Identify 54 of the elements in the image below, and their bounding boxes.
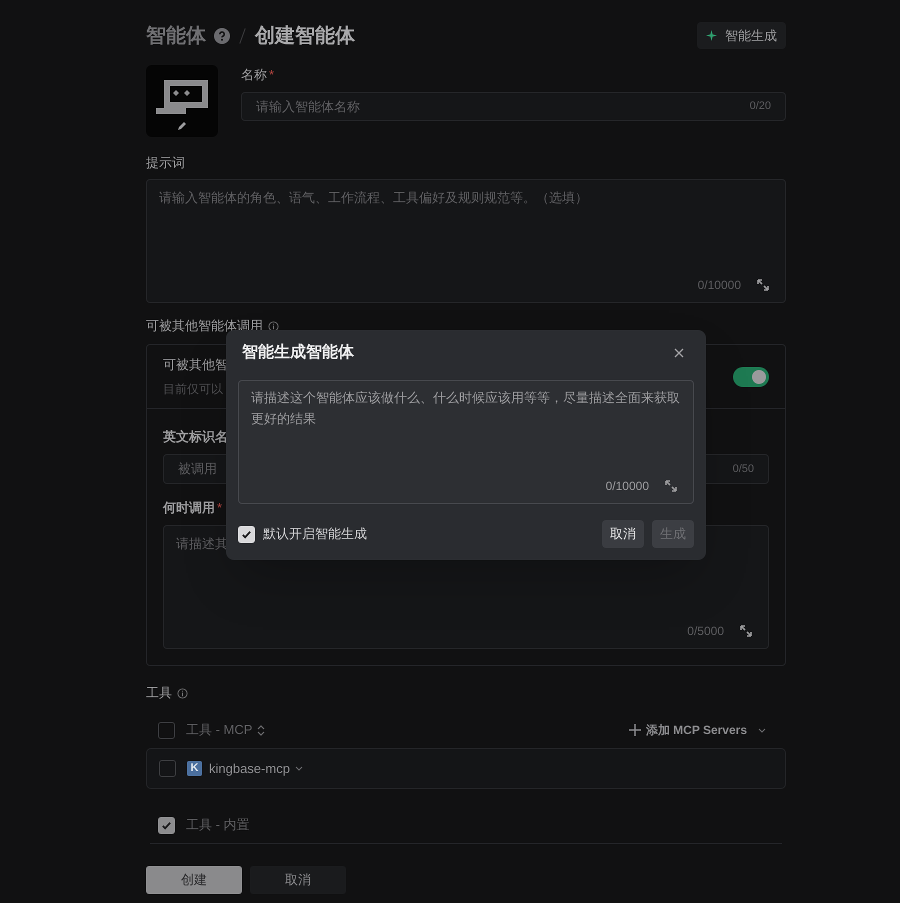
breadcrumb-item: 创建智能体 [255,24,355,48]
required-mark: * [217,498,222,517]
field-label: 何时调用 [163,498,215,517]
chevron-down-icon[interactable] [294,766,303,771]
sort-icon[interactable] [257,724,266,736]
section-label: 提示词 [146,154,186,171]
ai-generate-button[interactable]: 智能生成 [697,22,786,49]
expand-icon[interactable] [665,480,677,492]
prompt-field[interactable]: 请输入智能体的角色、语气、工作流程、工具偏好及规则规范等。（选填） 0/10000 [146,179,786,303]
tool-group-label: 工具 - MCP [186,721,252,740]
char-counter: 0/10000 [698,277,741,294]
toggle-switch[interactable] [733,366,769,386]
server-badge: K [187,761,202,776]
checkbox[interactable] [238,526,255,542]
char-counter: 0/50 [732,462,754,477]
check-icon [161,820,172,830]
sparkle-icon [706,30,717,41]
checkbox[interactable] [158,816,175,834]
tool-group-label: 工具 - 内置 [186,816,250,834]
info-icon [177,688,188,698]
check-icon [241,528,252,540]
plus-icon [628,724,641,736]
checkbox[interactable] [159,760,176,777]
cancel-button[interactable]: 取消 [602,520,644,548]
expand-icon[interactable] [740,625,752,637]
expand-icon[interactable] [757,279,769,291]
pencil-icon[interactable] [177,121,187,131]
name-input[interactable]: 请输入智能体名称 [256,96,750,116]
breadcrumb-item[interactable]: 智能体 [146,20,206,50]
checkbox[interactable] [158,722,175,738]
avatar[interactable] [146,65,218,137]
mcp-server-row[interactable]: K kingbase-mcp [146,748,786,789]
required-mark: * [269,66,274,84]
char-counter: 0/5000 [687,623,724,640]
section-label: 工具 [146,684,172,702]
robot-icon [156,80,208,116]
info-icon [268,320,279,332]
create-button[interactable]: 创建 [146,866,242,894]
add-mcp-button[interactable]: 添加 MCP Servers [628,721,766,739]
char-counter: 0/20 [750,99,771,114]
server-name: kingbase-mcp [209,760,290,778]
cancel-button[interactable]: 取消 [250,866,346,894]
prompt-input[interactable]: 请输入智能体的角色、语气、工作流程、工具偏好及规则规范等。（选填） [159,188,773,276]
name-field[interactable]: 请输入智能体名称 0/20 [241,92,786,121]
checkbox-label: 默认开启智能生成 [263,525,367,544]
option-description: 目前仅可以 [163,381,224,398]
dialog-title: 智能生成智能体 [242,342,354,363]
description-field[interactable]: 请描述这个智能体应该做什么、什么时候应该用等等，尽量描述全面来获取更好的结果 0/10000 [238,380,694,504]
chevron-down-icon [758,728,766,732]
help-icon[interactable] [214,28,230,44]
char-counter: 0/10000 [606,478,649,495]
field-label: 名称 [241,66,267,84]
field-label: 英文标识名 [163,428,229,444]
close-icon[interactable] [674,348,684,358]
